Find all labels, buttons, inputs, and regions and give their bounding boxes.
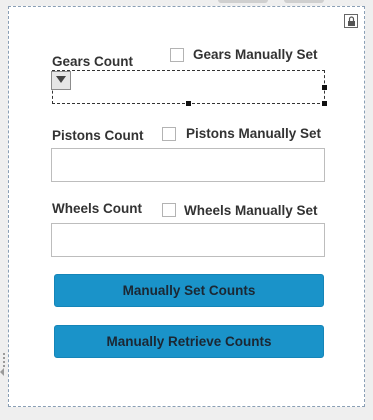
- wheels-count-label: Wheels Count: [52, 201, 142, 216]
- wheels-manually-set-checkbox[interactable]: [162, 203, 176, 217]
- manually-set-counts-button[interactable]: Manually Set Counts: [54, 274, 324, 307]
- pistons-manually-set-checkbox[interactable]: [162, 127, 176, 141]
- pistons-manually-set-label: Pistons Manually Set: [186, 126, 322, 141]
- resize-grip-icon[interactable]: [2, 353, 6, 369]
- gears-manually-set-label: Gears Manually Set: [193, 47, 318, 62]
- pistons-count-input[interactable]: [51, 148, 325, 182]
- top-tab: [284, 0, 324, 3]
- gears-manually-set-checkbox[interactable]: [170, 48, 184, 62]
- wheels-count-input[interactable]: [51, 223, 325, 257]
- lock-icon[interactable]: [344, 14, 358, 28]
- gears-count-label: Gears Count: [52, 54, 134, 69]
- top-tab: [218, 0, 268, 3]
- selection-handle[interactable]: [322, 85, 327, 90]
- selection-handle[interactable]: [322, 101, 327, 106]
- pistons-count-label: Pistons Count: [52, 128, 144, 143]
- wheels-manually-set-label: Wheels Manually Set: [184, 203, 318, 218]
- gears-count-dropdown[interactable]: [52, 70, 325, 104]
- manually-retrieve-counts-button[interactable]: Manually Retrieve Counts: [54, 325, 324, 358]
- selection-handle[interactable]: [186, 101, 191, 106]
- dropdown-toggle-button[interactable]: [51, 71, 71, 90]
- collapse-arrow-icon[interactable]: [0, 368, 4, 376]
- triangle-down-icon: [56, 76, 66, 83]
